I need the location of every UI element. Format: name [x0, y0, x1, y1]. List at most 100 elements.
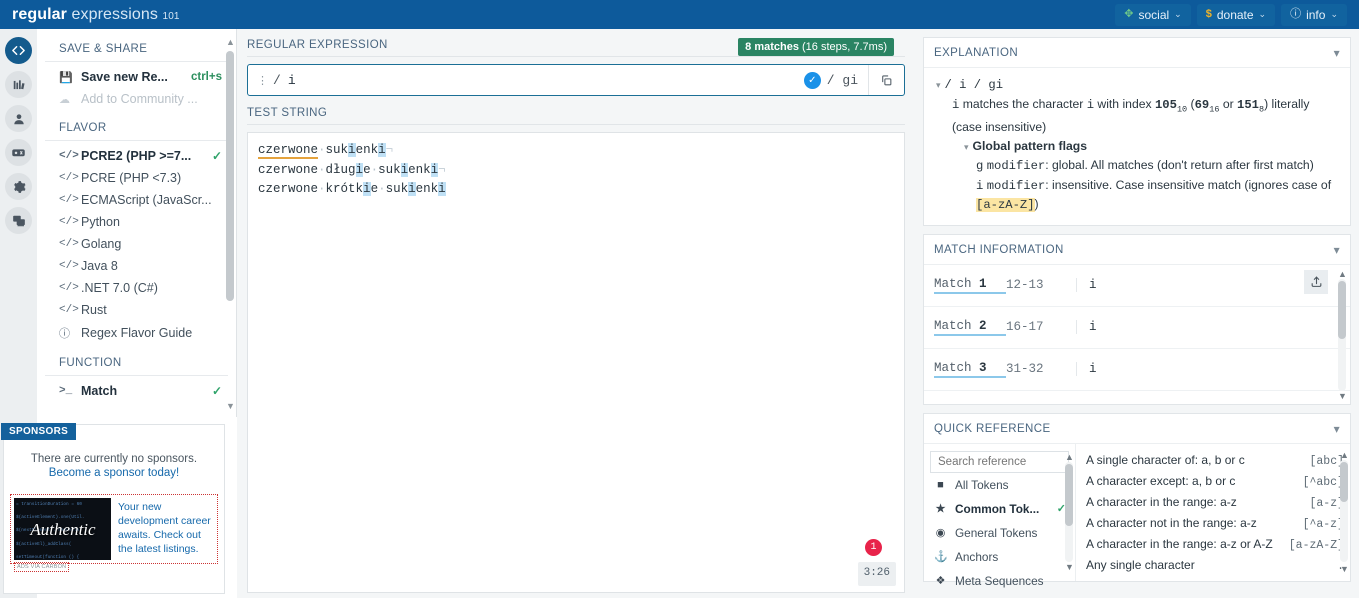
- regex-flavor-guide-link[interactable]: ⓘ Regex Flavor Guide: [37, 321, 236, 345]
- regex-input-wrapper: ⋮ / ✓ / gi: [247, 64, 905, 96]
- site-logo[interactable]: regular expressions 101: [12, 6, 180, 24]
- left-panel-scroll: SAVE & SHARE 💾 Save new Re... ctrl+s ☁ A…: [37, 29, 236, 417]
- nav-donate[interactable]: $ donate ⌄: [1196, 3, 1276, 26]
- qr-entry[interactable]: A character not in the range: a-z [^a-z]: [1086, 513, 1344, 534]
- rail-editor-button[interactable]: [5, 37, 32, 64]
- scroll-up-arrow[interactable]: ▲: [226, 37, 235, 47]
- qr-entry[interactable]: A character in the range: a-z or A-Z [a-…: [1086, 534, 1344, 555]
- flavor-item-pcre2[interactable]: </> PCRE2 (PHP >=7... ✓: [37, 145, 236, 167]
- chevron-down-icon: ⌄: [1174, 9, 1182, 19]
- code-icon: [11, 43, 26, 58]
- rail-debugger-button[interactable]: [5, 139, 32, 166]
- explanation-pattern-row[interactable]: ▾ / i / gi: [934, 75, 1340, 95]
- chevron-down-icon[interactable]: ▾: [1334, 46, 1340, 60]
- ad-code-line: setTimeout(function () {: [16, 554, 80, 560]
- briefcase-icon: ■: [937, 478, 944, 491]
- rail-library-button[interactable]: [5, 71, 32, 98]
- qr-entry[interactable]: Any single character .: [1086, 555, 1344, 576]
- match-label: Match 1: [934, 277, 1006, 294]
- nav-social[interactable]: ✥ social ⌄: [1115, 3, 1191, 26]
- left-panel-scrollbar-thumb[interactable]: [226, 51, 234, 301]
- qr-cat-scroll-up[interactable]: ▲: [1065, 452, 1074, 462]
- match-row[interactable]: Match 2 16-17 i: [924, 307, 1350, 349]
- save-new-regex-button[interactable]: 💾 Save new Re... ctrl+s: [37, 66, 236, 88]
- qr-category-meta-sequences[interactable]: ❖ Meta Sequences: [930, 569, 1069, 593]
- flavor-label: Java 8: [81, 259, 118, 273]
- export-matches-button[interactable]: [1304, 269, 1328, 294]
- function-label: Match: [81, 384, 118, 398]
- flavor-label: Rust: [81, 303, 107, 317]
- match-count: 8 matches: [745, 41, 799, 53]
- chevron-down-icon[interactable]: ▾: [1334, 243, 1340, 257]
- qr-category-common-tokens[interactable]: ★ Common Tok... ✓: [930, 497, 1069, 521]
- ad-brand-word: Authentic: [30, 520, 96, 539]
- match-scroll-up-arrow[interactable]: ▲: [1338, 269, 1347, 279]
- rail-community-button[interactable]: [5, 207, 32, 234]
- text-segment: e: [370, 182, 379, 197]
- cursor-position: 3:26: [857, 562, 896, 586]
- explanation-body: ▾ / i / gi i matches the character i with…: [924, 68, 1350, 225]
- scroll-down-arrow[interactable]: ▼: [226, 401, 235, 411]
- qr-entry[interactable]: A character in the range: a-z [a-z]: [1086, 492, 1344, 513]
- collapse-caret-icon[interactable]: ▾: [964, 142, 969, 152]
- center-column: REGULAR EXPRESSION 8 matches (16 steps, …: [237, 29, 915, 598]
- match-scroll-down-arrow[interactable]: ▼: [1338, 391, 1347, 401]
- code-tag-icon: </>: [59, 150, 79, 162]
- qr-category-general-tokens[interactable]: ◉ General Tokens: [930, 521, 1069, 545]
- carbon-ad[interactable]: = transitionDuration = 60 $(activeElemen…: [10, 494, 218, 572]
- qr-category-anchors[interactable]: ⚓ Anchors: [930, 545, 1069, 569]
- explanation-heading: EXPLANATION: [934, 47, 1019, 59]
- space-dot: ·: [370, 162, 379, 177]
- qr-entry-scroll-up[interactable]: ▲: [1340, 450, 1349, 460]
- gear-icon: [12, 180, 26, 194]
- match-row[interactable]: Match 3 31-32 i: [924, 349, 1350, 391]
- qr-category-label: General Tokens: [955, 525, 1038, 540]
- function-item-match[interactable]: >_ Match ✓: [37, 380, 236, 402]
- become-sponsor-link[interactable]: Become a sponsor today!: [14, 467, 214, 479]
- qr-category-all-tokens[interactable]: ■ All Tokens: [930, 473, 1069, 497]
- qr-entry[interactable]: A character except: a, b or c [^abc]: [1086, 471, 1344, 492]
- search-reference-input[interactable]: [930, 450, 1069, 473]
- test-string-editor[interactable]: czerwone·sukienki¬ czerwone·długie·sukie…: [247, 132, 905, 593]
- qr-entry-scroll-down[interactable]: ▼: [1340, 564, 1349, 574]
- qr-cat-scrollbar-thumb[interactable]: [1065, 463, 1073, 526]
- regex-valid-icon[interactable]: ✓: [803, 71, 821, 89]
- ad-attribution: ADS VIA CARBON: [14, 562, 70, 572]
- qr-entry[interactable]: A single character of: a, b or c [abc]: [1086, 450, 1344, 471]
- match-word: Match: [934, 276, 972, 291]
- drag-handle-icon[interactable]: ⋮: [248, 65, 273, 95]
- match-row[interactable]: Match 1 12-13 i: [924, 265, 1350, 307]
- save-new-regex-label: Save new Re...: [81, 70, 168, 84]
- qr-cat-scroll-down[interactable]: ▼: [1065, 562, 1074, 572]
- nav-info[interactable]: ⓘ info ⌄: [1281, 3, 1347, 26]
- match-count-badge: 8 matches (16 steps, 7.7ms): [738, 38, 894, 56]
- qr-category-label: All Tokens: [955, 477, 1009, 492]
- flavor-item-python[interactable]: </> Python: [37, 211, 236, 233]
- regex-input[interactable]: [280, 65, 804, 95]
- add-to-community-button[interactable]: ☁ Add to Community ...: [37, 88, 236, 110]
- flavor-item-ecmascript[interactable]: </> ECMAScript (JavaScr...: [37, 189, 236, 211]
- flavor-item-java8[interactable]: </> Java 8: [37, 255, 236, 277]
- anchor-icon: ⚓: [934, 551, 948, 564]
- match-row[interactable]: Match 4 37-38 i: [924, 391, 1350, 404]
- global-flags-row[interactable]: ▾ Global pattern flags: [934, 137, 1340, 157]
- flavor-item-golang[interactable]: </> Golang: [37, 233, 236, 255]
- qr-entry-token: [abc]: [1309, 454, 1344, 468]
- text-segment: suk: [385, 182, 409, 197]
- copy-regex-button[interactable]: [868, 65, 904, 95]
- flavor-item-dotnet[interactable]: </> .NET 7.0 (C#): [37, 277, 236, 299]
- flavor-label: PCRE2 (PHP >=7...: [81, 149, 192, 163]
- rail-account-button[interactable]: [5, 105, 32, 132]
- flavor-item-rust[interactable]: </> Rust: [37, 299, 236, 321]
- regex-flags[interactable]: / gi: [827, 65, 868, 95]
- match-scrollbar-thumb[interactable]: [1338, 280, 1346, 339]
- ad-text: Your new development career awaits. Chec…: [118, 501, 211, 555]
- flavor-item-pcre[interactable]: </> PCRE (PHP <7.3): [37, 167, 236, 189]
- top-bar: regular expressions 101 ✥ social ⌄ $ don…: [0, 0, 1359, 29]
- rail-settings-button[interactable]: [5, 173, 32, 200]
- notification-badge[interactable]: 1: [865, 539, 882, 556]
- debugger-icon: [11, 145, 26, 160]
- qr-entry-scrollbar-thumb[interactable]: [1340, 461, 1348, 502]
- chevron-down-icon[interactable]: ▾: [1334, 422, 1340, 436]
- collapse-caret-icon[interactable]: ▾: [936, 80, 941, 90]
